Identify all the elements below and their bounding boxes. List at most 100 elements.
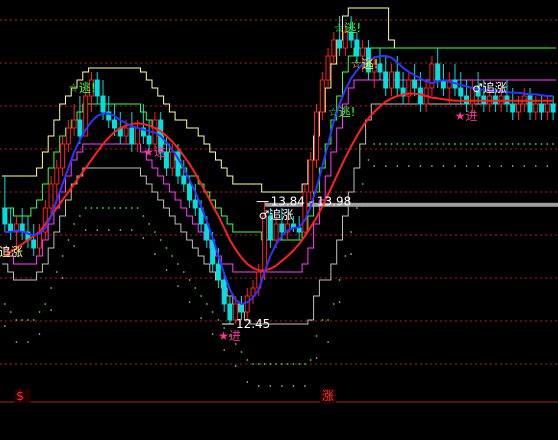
stop-dot xyxy=(102,207,104,209)
stop-dot xyxy=(38,333,41,335)
stop-dot xyxy=(108,229,110,231)
candle-body xyxy=(314,111,319,161)
candle-body xyxy=(77,119,83,137)
stop-dot xyxy=(332,303,335,305)
stop-dot xyxy=(379,143,381,145)
stop-dot xyxy=(390,143,393,145)
stop-dot xyxy=(350,231,352,233)
stop-dot xyxy=(500,143,503,145)
stop-dot xyxy=(488,143,491,145)
candle-body xyxy=(169,151,175,169)
stop-dot xyxy=(396,165,399,167)
stop-dot xyxy=(154,253,156,255)
candle-body xyxy=(192,199,198,209)
stop-dot xyxy=(408,165,410,167)
signal-label-5: ☆逃! xyxy=(351,57,379,71)
stop-dot xyxy=(356,207,358,209)
stop-dot xyxy=(483,143,485,145)
dotted-stop-lines xyxy=(4,143,554,387)
signal-label-1: ★进 xyxy=(455,109,478,123)
bottom-label-0: $ xyxy=(16,389,24,403)
stop-dot xyxy=(257,363,260,365)
stop-dot xyxy=(246,359,249,361)
stop-dot xyxy=(223,349,225,351)
candle-body xyxy=(129,127,135,145)
candle-body xyxy=(429,63,435,89)
candle-body xyxy=(94,79,100,97)
signal-label-0: ★进 xyxy=(218,329,241,343)
stop-dot xyxy=(15,341,18,343)
stop-dot xyxy=(9,311,12,313)
stop-dot xyxy=(465,165,468,167)
candle-body xyxy=(273,223,279,241)
stop-dot xyxy=(361,183,364,185)
stop-dot xyxy=(477,143,479,145)
stop-dot xyxy=(431,165,433,167)
stop-dot xyxy=(50,287,52,289)
stop-dot xyxy=(188,279,191,281)
stop-dot xyxy=(309,359,312,361)
candle-body xyxy=(435,63,441,81)
candle-body xyxy=(227,303,233,321)
candle-body xyxy=(65,127,71,145)
stop-dot xyxy=(234,343,237,345)
candle-body xyxy=(412,79,418,89)
stop-dot xyxy=(477,165,479,167)
stop-dot xyxy=(27,341,29,343)
stop-dot xyxy=(350,253,352,255)
bottom-axis: $ 涨 xyxy=(14,388,337,403)
candle-body xyxy=(2,207,8,225)
stop-dot xyxy=(402,143,404,145)
stop-dot xyxy=(211,333,214,335)
candle-body xyxy=(544,103,550,113)
candle-body xyxy=(325,55,331,81)
stop-dot xyxy=(367,159,370,161)
candle-body xyxy=(354,39,360,57)
candle-body xyxy=(135,127,141,145)
candle-body xyxy=(48,183,54,209)
stop-dot xyxy=(50,309,52,311)
stop-dot xyxy=(154,231,156,233)
stop-dot xyxy=(511,165,514,167)
candle-body xyxy=(377,63,383,73)
stop-dot xyxy=(206,303,208,305)
candle-body xyxy=(123,127,129,137)
candle-body xyxy=(221,279,227,305)
candle-body xyxy=(319,79,325,113)
candle-body xyxy=(239,303,244,313)
stop-dot xyxy=(269,363,272,365)
stop-dot xyxy=(15,319,18,321)
stop-dot xyxy=(465,143,468,145)
stop-dot xyxy=(327,319,329,321)
stop-dot xyxy=(258,385,260,387)
candle-body xyxy=(516,103,521,113)
stop-dot xyxy=(338,279,341,281)
signal-label-6: ☆逃! xyxy=(328,105,356,119)
stop-dot xyxy=(281,385,283,387)
stop-dot xyxy=(61,255,64,257)
stop-dot xyxy=(188,301,191,303)
stop-dot xyxy=(534,143,537,145)
stop-dot xyxy=(546,143,549,145)
stop-dot xyxy=(315,335,318,337)
candle-body xyxy=(112,119,117,129)
stop-dot xyxy=(142,215,145,217)
stop-dot xyxy=(148,223,151,225)
stop-dot xyxy=(194,287,197,289)
stop-dot xyxy=(200,295,203,297)
stop-dot xyxy=(44,303,47,305)
stop-dot xyxy=(136,207,139,209)
stop-dot xyxy=(529,143,531,145)
stop-dot xyxy=(21,319,24,321)
stop-dot xyxy=(442,165,445,167)
candle-body xyxy=(71,119,77,129)
stop-dot xyxy=(165,269,168,271)
candle-body xyxy=(244,295,250,313)
candle-body xyxy=(383,71,389,89)
stop-dot xyxy=(304,385,306,387)
stop-dot xyxy=(373,165,376,167)
stop-dot xyxy=(125,207,127,209)
stop-dot xyxy=(281,363,283,365)
candle-body xyxy=(533,103,539,113)
stop-dot xyxy=(286,363,289,365)
